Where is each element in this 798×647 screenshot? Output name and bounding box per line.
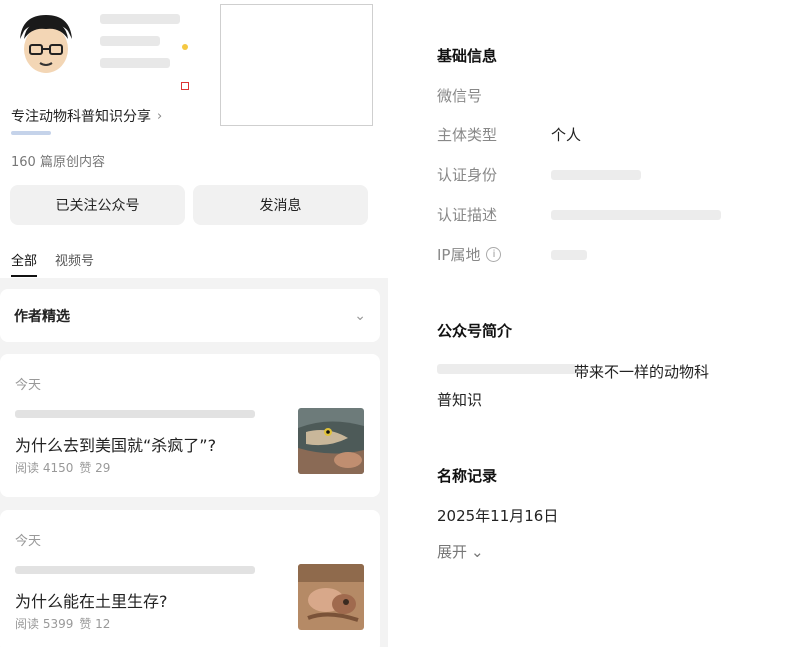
name-history-date: 2025年11月16日 bbox=[437, 505, 558, 526]
account-profile-panel: 专注动物科普知识分享 › 160 篇原创内容 已关注公众号 发消息 全部 视频号… bbox=[0, 0, 388, 647]
original-count: 160 篇原创内容 bbox=[11, 155, 105, 170]
article-reads: 阅读 5399 bbox=[15, 617, 74, 631]
info-label: 认证身份 bbox=[437, 166, 498, 184]
article-meta: 阅读 5399 赞 12 bbox=[15, 615, 110, 632]
info-label: 微信号 bbox=[437, 87, 483, 105]
article-title[interactable]: 为什么能在土里生存? bbox=[15, 588, 168, 612]
chevron-down-icon: ⌄ bbox=[471, 542, 484, 561]
follow-button[interactable]: 已关注公众号 bbox=[10, 185, 185, 225]
author-picks[interactable]: 作者精选 ⌄ bbox=[0, 289, 380, 342]
author-picks-title: 作者精选 bbox=[14, 308, 70, 325]
info-icon[interactable]: i bbox=[486, 247, 502, 262]
tab-all[interactable]: 全部 bbox=[11, 250, 38, 277]
badge-dot-icon bbox=[182, 44, 188, 50]
content-tabs: 全部 视频号 bbox=[11, 250, 94, 277]
article-likes: 赞 12 bbox=[79, 617, 111, 631]
verified-icon bbox=[181, 82, 189, 90]
info-row-entity-type: 主体类型 个人 bbox=[437, 124, 581, 145]
article-card[interactable]: 今天 为什么去到美国就“杀疯了”? 阅读 4150 赞 29 bbox=[0, 354, 380, 497]
tab-video[interactable]: 视频号 bbox=[55, 250, 94, 277]
info-label: IP属地 bbox=[437, 246, 481, 264]
chevron-right-icon: › bbox=[157, 108, 163, 124]
intro-text: 带来不一样的动物科 bbox=[574, 363, 710, 381]
account-description[interactable]: 专注动物科普知识分享 › bbox=[11, 106, 162, 126]
avatar[interactable] bbox=[10, 9, 82, 81]
article-day: 今天 bbox=[15, 534, 42, 549]
info-row-wechat-id: 微信号 bbox=[437, 85, 551, 106]
redacted-text bbox=[15, 566, 255, 574]
redacted-value bbox=[551, 249, 587, 260]
article-title[interactable]: 为什么去到美国就“杀疯了”? bbox=[15, 432, 216, 456]
redacted-text bbox=[15, 410, 255, 418]
info-label: 主体类型 bbox=[437, 126, 498, 144]
info-label: 认证描述 bbox=[437, 206, 498, 224]
article-likes: 赞 29 bbox=[79, 461, 111, 475]
info-row-cert-identity: 认证身份 bbox=[437, 164, 641, 185]
basic-info-title: 基础信息 bbox=[437, 47, 498, 65]
account-info-panel: 基础信息 微信号 主体类型 个人 认证身份 认证描述 IP属地 i 公众号简介 … bbox=[388, 0, 798, 647]
redacted-text bbox=[437, 364, 577, 374]
chevron-down-icon: ⌄ bbox=[354, 307, 366, 324]
info-row-cert-desc: 认证描述 bbox=[437, 204, 721, 225]
history-date: 2025年11月16日 bbox=[437, 507, 559, 525]
intro-title: 公众号简介 bbox=[437, 322, 513, 340]
description-text: 专注动物科普知识分享 bbox=[11, 109, 151, 125]
expand-label: 展开 bbox=[437, 543, 468, 561]
article-day: 今天 bbox=[15, 378, 42, 393]
qr-code-placeholder[interactable] bbox=[220, 4, 373, 126]
article-meta: 阅读 4150 赞 29 bbox=[15, 459, 110, 476]
ip-label-group: IP属地 i bbox=[437, 244, 551, 265]
fish-thumbnail[interactable] bbox=[298, 408, 364, 474]
redacted-value bbox=[551, 209, 721, 220]
animal-thumbnail[interactable] bbox=[298, 564, 364, 630]
expand-button[interactable]: 展开 ⌄ bbox=[437, 541, 484, 562]
intro-text-cont: 普知识 bbox=[437, 391, 483, 409]
redacted-value bbox=[551, 169, 641, 180]
name-history-title: 名称记录 bbox=[437, 467, 498, 485]
article-reads: 阅读 4150 bbox=[15, 461, 74, 475]
redacted-link bbox=[11, 131, 51, 135]
info-row-ip: IP属地 i bbox=[437, 244, 587, 265]
info-value: 个人 bbox=[551, 126, 582, 144]
article-card[interactable]: 今天 为什么能在土里生存? 阅读 5399 赞 12 bbox=[0, 510, 380, 647]
message-button[interactable]: 发消息 bbox=[193, 185, 368, 225]
account-name-redacted bbox=[100, 14, 190, 94]
